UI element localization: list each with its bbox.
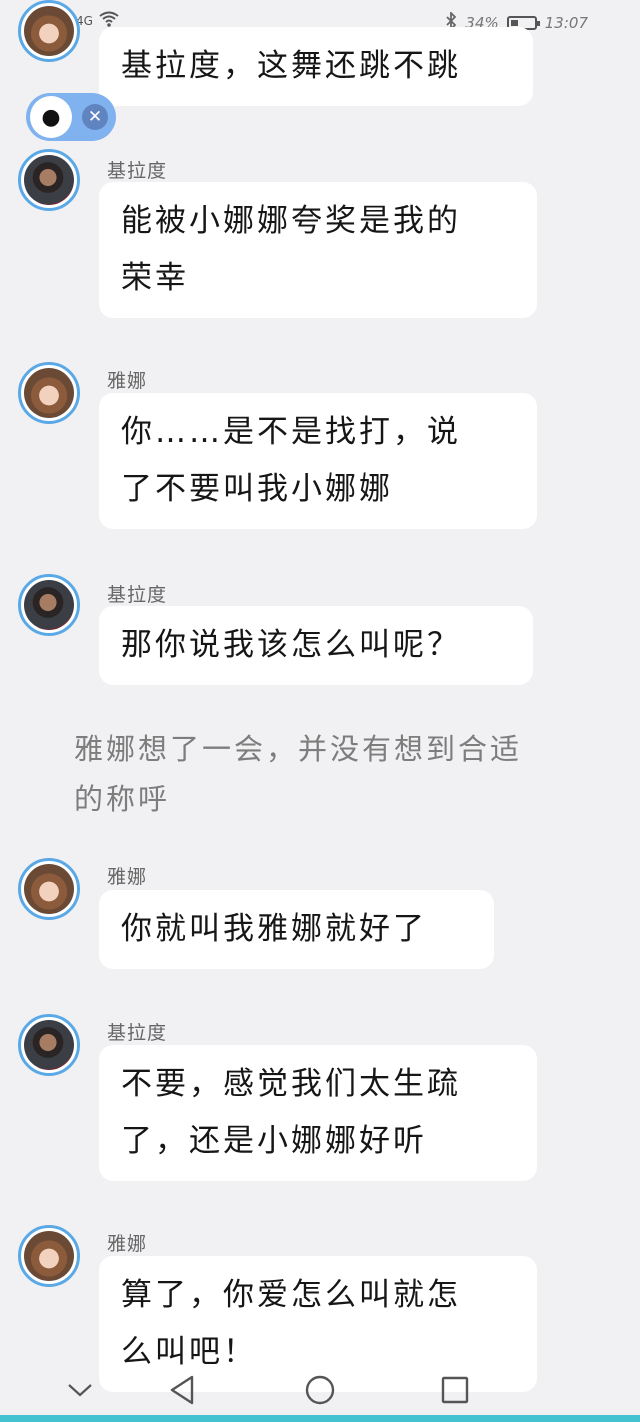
battery-level	[510, 20, 519, 26]
message-bubble: 不要，感觉我们太生疏 了，还是小娜娜好听	[99, 1045, 537, 1181]
message-line: 算了，你爱怎么叫就怎	[121, 1277, 461, 1313]
avatar-yana[interactable]	[18, 362, 80, 424]
sender-name: 雅娜	[107, 866, 148, 888]
avatar-yana[interactable]	[18, 858, 80, 920]
message-line: 能被小娜娜夸奖是我的	[121, 203, 461, 239]
chevron-down-icon[interactable]	[60, 1370, 100, 1410]
avatar-yana[interactable]	[18, 1225, 80, 1287]
message-bubble: 你就叫我雅娜就好了	[99, 890, 494, 969]
sender-name: 雅娜	[107, 370, 148, 392]
message-line: 不要，感觉我们太生疏	[121, 1066, 461, 1102]
sender-name: 基拉度	[107, 160, 168, 182]
message-bubble: 能被小娜娜夸奖是我的 荣幸	[99, 182, 537, 318]
message-bubble: 基拉度，这舞还跳不跳	[99, 27, 533, 106]
home-circle-icon[interactable]	[300, 1370, 340, 1410]
paw-icon[interactable]: ●	[30, 96, 72, 138]
sender-name: 基拉度	[107, 584, 168, 606]
message-line: 你……是不是找打，说	[121, 414, 461, 450]
clock: 13:07	[544, 14, 588, 32]
narration-line: 的称呼	[74, 782, 171, 816]
message-bubble: 那你说我该怎么叫呢？	[99, 606, 533, 685]
message-line: 那你说我该怎么叫呢？	[121, 627, 461, 663]
narration-line: 雅娜想了一会，并没有想到合适	[74, 732, 523, 766]
avatar-jiladu[interactable]	[18, 574, 80, 636]
message-line: 了不要叫我小娜娜	[121, 471, 393, 507]
message-line: 了，还是小娜娜好听	[121, 1123, 427, 1159]
avatar-jiladu[interactable]	[18, 1014, 80, 1076]
narration-text: 雅娜想了一会，并没有想到合适 的称呼	[74, 724, 574, 824]
message-line: 荣幸	[121, 260, 189, 296]
sender-name: 基拉度	[107, 1022, 168, 1044]
bottom-accent-bar	[0, 1415, 640, 1422]
back-triangle-icon[interactable]	[162, 1370, 202, 1410]
avatar-jiladu[interactable]	[18, 149, 80, 211]
message-line: 基拉度，这舞还跳不跳	[121, 48, 461, 84]
recents-square-icon[interactable]	[435, 1370, 475, 1410]
close-icon[interactable]: ✕	[82, 104, 108, 130]
sender-name: 雅娜	[107, 1233, 148, 1255]
system-nav-bar	[0, 1364, 640, 1414]
message-bubble: 你……是不是找打，说 了不要叫我小娜娜	[99, 393, 537, 529]
avatar-yana[interactable]	[18, 0, 80, 62]
message-line: 你就叫我雅娜就好了	[121, 911, 427, 947]
floating-widget[interactable]: ● ✕	[26, 93, 116, 141]
